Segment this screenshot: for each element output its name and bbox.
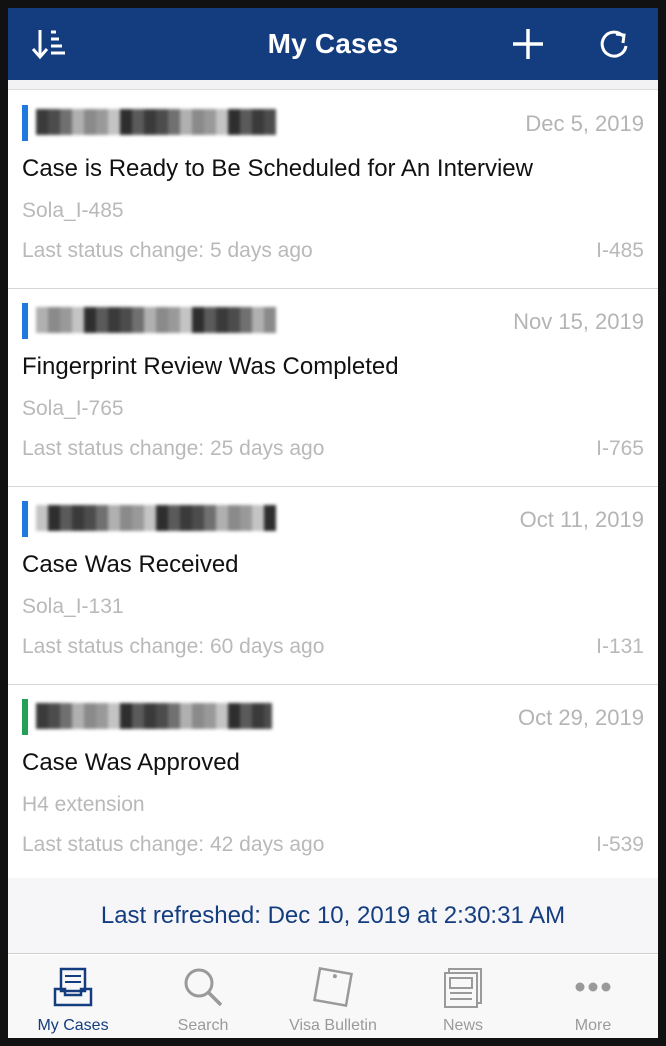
case-date: Nov 15, 2019 [513,309,644,334]
tab-label: My Cases [37,1017,109,1034]
case-form-type: I-485 [596,239,644,262]
inbox-tray-icon [53,967,93,1007]
tab-search[interactable]: Search [138,955,268,1038]
tab-news[interactable]: News [398,955,528,1038]
case-card[interactable]: Oct 29, 2019 Case Was Approved H4 extensio… [8,685,658,883]
case-card[interactable]: Dec 5, 2019 Case is Ready to Be Scheduled… [8,91,658,289]
nav-bar: My Cases [8,8,658,80]
tab-visa-bulletin[interactable]: Visa Bulletin [268,955,398,1038]
app-screen: My Cases Dec 5, 2019 Case is Ready to Be … [8,8,658,1038]
case-status-text: Case is Ready to Be Scheduled for An Int… [22,155,533,182]
refresh-button[interactable] [592,22,636,66]
case-date: Oct 11, 2019 [519,507,644,532]
case-list: Dec 5, 2019 Case is Ready to Be Scheduled… [8,91,658,883]
case-label: Sola_I-131 [22,595,124,618]
redacted-receipt-name [36,703,272,729]
case-status-indicator [22,501,28,537]
case-status-indicator [22,699,28,735]
bulletin-icon [313,967,353,1007]
redacted-receipt-name [36,109,276,135]
tab-my-cases[interactable]: My Cases [8,955,138,1038]
case-form-type: I-131 [596,635,644,658]
case-form-type: I-765 [596,437,644,460]
tab-label: Visa Bulletin [289,1017,377,1034]
case-label: Sola_I-485 [22,199,124,222]
case-date: Dec 5, 2019 [525,111,644,136]
search-icon [184,968,223,1007]
tab-label: More [574,1017,612,1034]
add-case-button[interactable] [506,22,550,66]
last-refreshed-label: Last refreshed: Dec 10, 2019 at 2:30:31 … [8,878,658,954]
case-last-change: Last status change: 42 days ago [22,833,325,856]
tab-bar: My Cases Search Visa Bulletin News More [8,955,658,1038]
tab-label: News [442,1017,483,1034]
redacted-receipt-name [36,505,276,531]
case-last-change: Last status change: 60 days ago [22,635,325,658]
case-form-type: I-539 [596,833,644,856]
news-icon [444,968,482,1008]
header-divider [8,80,658,90]
tab-more[interactable]: More [528,955,658,1038]
case-card[interactable]: Nov 15, 2019 Fingerprint Review Was Compl… [8,289,658,487]
case-date: Oct 29, 2019 [518,705,644,730]
case-label: H4 extension [22,793,145,816]
case-label: Sola_I-765 [22,397,124,420]
plus-icon [513,29,543,59]
page-title: My Cases [267,28,399,59]
tab-label: Search [177,1017,229,1034]
more-dots-icon [575,982,611,992]
refresh-icon [600,30,628,58]
case-card[interactable]: Oct 11, 2019 Case Was Received Sola_I-131 L… [8,487,658,685]
case-status-text: Case Was Approved [22,749,240,776]
case-status-indicator [22,303,28,339]
case-status-text: Case Was Received [22,551,239,578]
case-status-indicator [22,105,28,141]
case-status-text: Fingerprint Review Was Completed [22,353,399,380]
case-last-change: Last status change: 5 days ago [22,239,313,262]
case-last-change: Last status change: 25 days ago [22,437,325,460]
redacted-receipt-name [36,307,276,333]
